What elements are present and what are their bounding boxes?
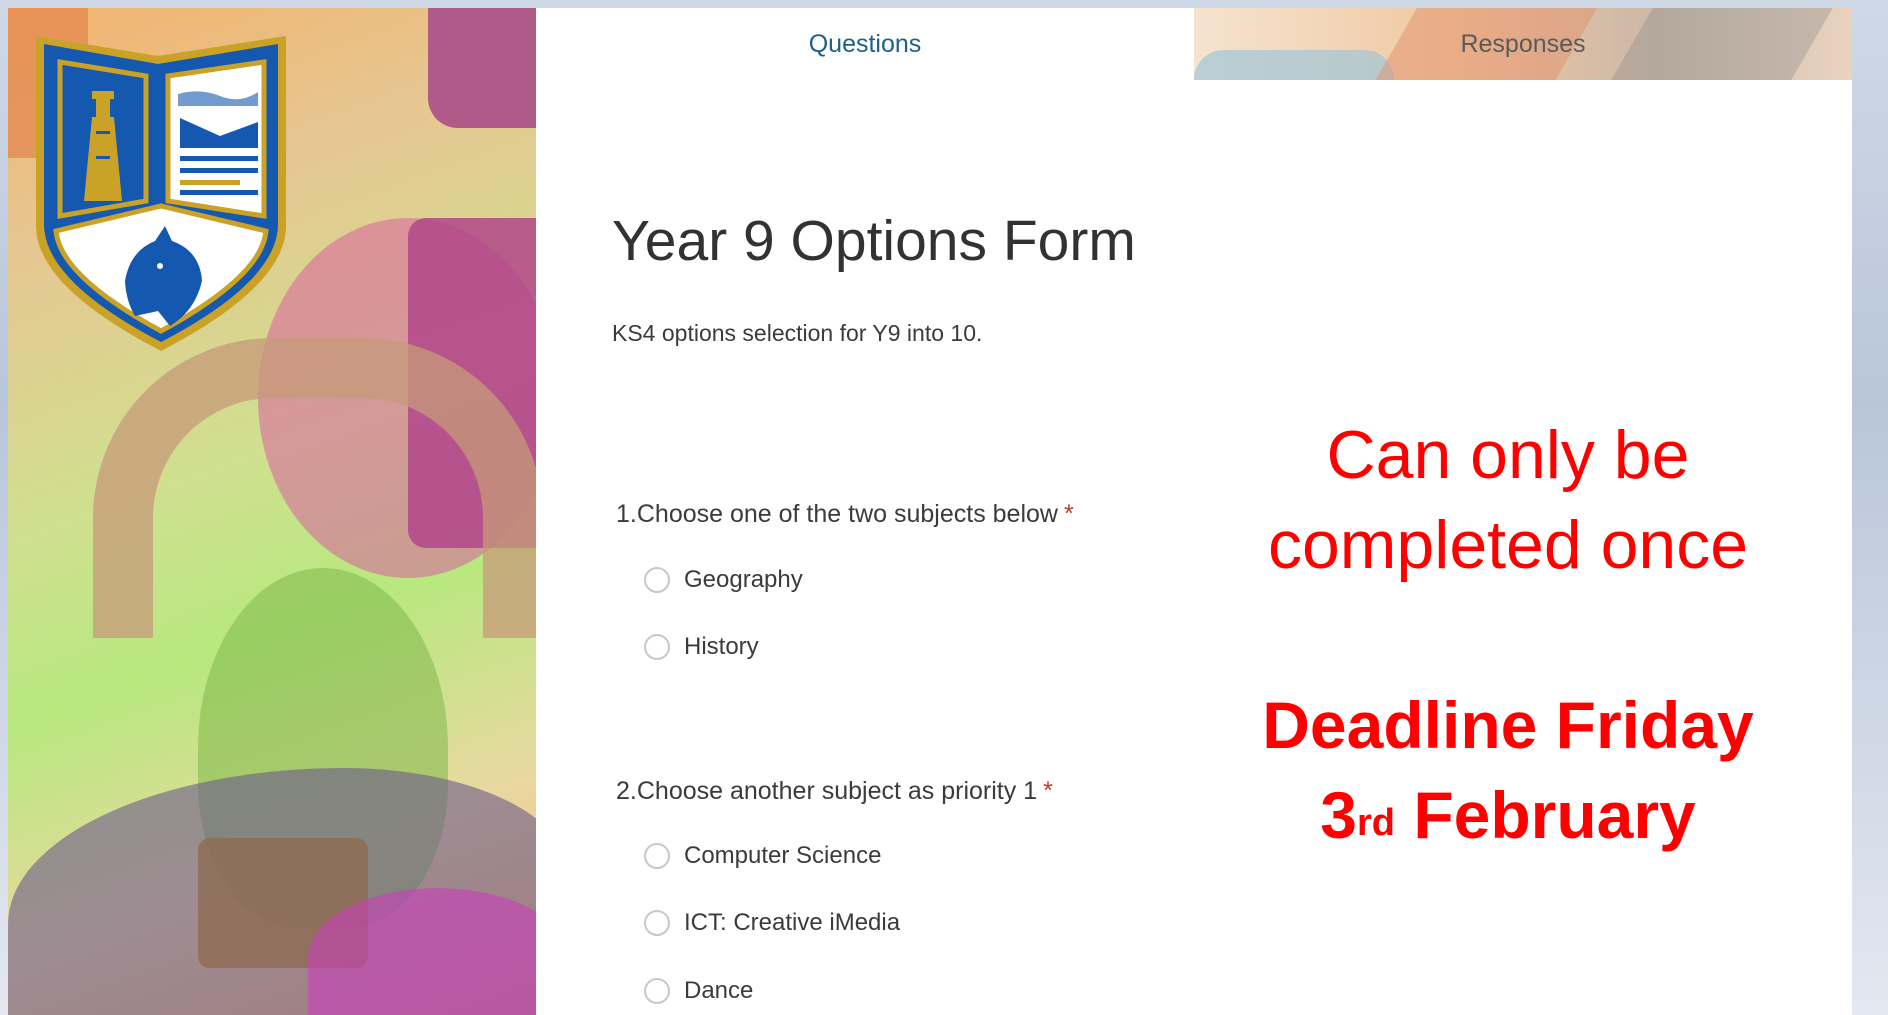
radio-button[interactable] — [644, 978, 670, 1004]
required-marker: * — [1043, 777, 1053, 805]
radio-button[interactable] — [644, 843, 670, 869]
banner-shape — [428, 8, 536, 128]
tab-decoration — [1194, 50, 1394, 80]
tab-responses[interactable]: Responses — [1194, 8, 1852, 80]
tab-decoration — [1611, 8, 1833, 80]
deadline-month: February — [1413, 778, 1696, 852]
required-marker: * — [1063, 500, 1074, 528]
radio-option-history[interactable]: History — [644, 630, 759, 664]
option-label: Dance — [684, 977, 754, 1004]
radio-option-dance[interactable]: Dance — [644, 974, 753, 1008]
tab-questions-label: Questions — [808, 29, 922, 58]
radio-option-computer-science[interactable]: Computer Science — [644, 839, 881, 873]
radio-option-ict-creative-imedia[interactable]: ICT: Creative iMedia — [644, 906, 900, 940]
deadline-suffix: rd — [1356, 802, 1395, 844]
question-1-title: 1.Choose one of the two subjects below * — [616, 500, 1074, 529]
notice-line: Can only be — [1326, 417, 1690, 493]
option-label: History — [684, 633, 759, 660]
question-number: 2. — [616, 777, 637, 805]
question-number: 1. — [616, 500, 637, 528]
question-text: Choose another subject as priority 1 — [636, 777, 1038, 805]
form-banner-image — [8, 8, 536, 1015]
option-label: Geography — [684, 566, 803, 593]
option-label: Computer Science — [684, 842, 882, 869]
question-2-title: 2.Choose another subject as priority 1 * — [616, 777, 1053, 806]
school-crest-icon — [36, 36, 286, 351]
deadline-notice: Deadline Friday 3rd February — [1218, 680, 1798, 860]
question-text: Choose one of the two subjects below — [636, 500, 1058, 528]
radio-option-geography[interactable]: Geography — [644, 563, 803, 597]
form-tabs: Questions Responses — [536, 8, 1852, 80]
form-title: Year 9 Options Form — [612, 209, 1136, 273]
radio-button[interactable] — [644, 634, 670, 660]
deadline-line: Deadline Friday — [1262, 688, 1754, 762]
deadline-date: 3rd February — [1218, 770, 1798, 860]
tab-responses-label: Responses — [1460, 29, 1586, 58]
radio-button[interactable] — [644, 567, 670, 593]
radio-button[interactable] — [644, 910, 670, 936]
option-label: ICT: Creative iMedia — [684, 909, 901, 936]
completion-notice: Can only be completed once — [1218, 410, 1798, 590]
notice-line: completed once — [1267, 507, 1749, 583]
tab-questions[interactable]: Questions — [536, 8, 1194, 80]
form-description: KS4 options selection for Y9 into 10. — [612, 320, 983, 346]
deadline-day: 3 — [1320, 778, 1357, 852]
